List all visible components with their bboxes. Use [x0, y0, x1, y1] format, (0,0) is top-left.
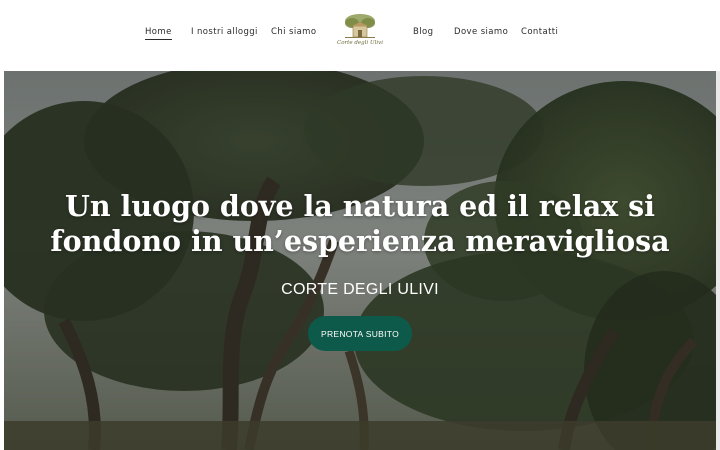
- page-right-edge: [716, 71, 720, 450]
- nav-i-nostri-alloggi[interactable]: I nostri alloggi: [191, 27, 258, 37]
- nav-dove-siamo[interactable]: Dove siamo: [454, 27, 508, 37]
- site-header: Home I nostri alloggi Chi siamo Corte de…: [0, 0, 720, 70]
- hero-subtitle: CORTE DEGLI ULIVI: [281, 281, 439, 298]
- hero-title: Un luogo dove la natura ed il relax si f…: [4, 189, 716, 259]
- nav-blog[interactable]: Blog: [413, 27, 433, 37]
- site-logo[interactable]: Corte degli Ulivi: [336, 13, 384, 51]
- nav-chi-siamo[interactable]: Chi siamo: [271, 27, 316, 37]
- hero-overlay: [4, 71, 716, 450]
- prenota-subito-button[interactable]: PRENOTA SUBITO: [308, 316, 412, 351]
- nav-contatti[interactable]: Contatti: [521, 27, 558, 37]
- hero-title-line-1: Un luogo dove la natura ed il relax si: [65, 189, 655, 223]
- nav-home[interactable]: Home: [145, 27, 172, 40]
- olive-tree-house-icon: [345, 14, 375, 38]
- logo-wordmark: Corte degli Ulivi: [337, 40, 383, 46]
- hero-banner: Un luogo dove la natura ed il relax si f…: [4, 71, 716, 450]
- hero-title-line-2: fondono in un’esperienza meravigliosa: [50, 224, 670, 258]
